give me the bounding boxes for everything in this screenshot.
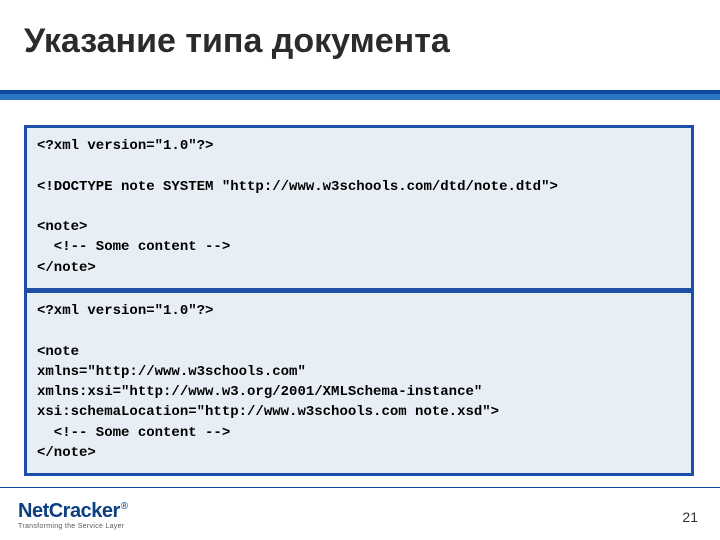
slide-title: Указание типа документа [24, 22, 450, 61]
registered-mark: ® [120, 501, 128, 512]
bar-light [0, 94, 720, 100]
logo-part2: Cracker [49, 500, 120, 522]
netcracker-logo: NetCracker® Transforming the Service Lay… [18, 501, 128, 530]
logo-part1: Net [18, 500, 49, 522]
code-box-dtd: <?xml version="1.0"?> <!DOCTYPE note SYS… [24, 125, 694, 291]
slide: Указание типа документа <?xml version="1… [0, 0, 720, 540]
footer-divider [0, 487, 720, 488]
page-number: 21 [682, 509, 698, 525]
logo-text: NetCracker [18, 500, 120, 522]
code-box-xsd: <?xml version="1.0"?> <note xmlns="http:… [24, 290, 694, 476]
logo-tagline: Transforming the Service Layer [18, 523, 128, 530]
title-underline-bar [0, 90, 720, 100]
